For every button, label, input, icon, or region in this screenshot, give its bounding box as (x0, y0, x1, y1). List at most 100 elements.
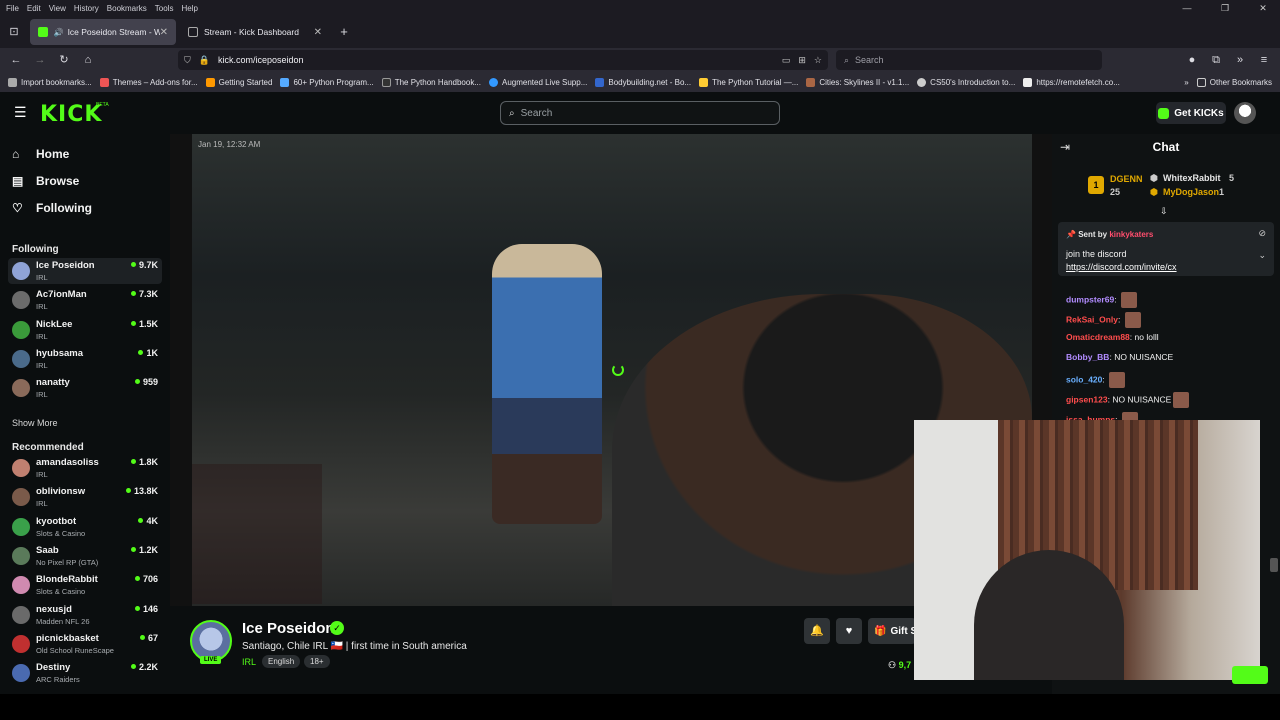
sidebar-channel-nexusjd[interactable]: nexusjd Madden NFL 26 146 (8, 602, 162, 628)
chat-scrollbar[interactable] (1270, 558, 1278, 572)
menu-history[interactable]: History (74, 4, 99, 13)
chevron-down-icon[interactable]: ⌄ (1258, 250, 1266, 261)
site-search-input[interactable]: ⌕ Search (500, 101, 780, 125)
pinned-header: 📌 Sent by kinkykaters (1066, 230, 1153, 239)
browser-search[interactable]: ⌕ Search (836, 50, 1102, 70)
scroll-down-icon[interactable]: ⇩ (1160, 206, 1168, 217)
bookmark-item[interactable]: Getting Started (205, 77, 272, 87)
channel-avatar (12, 517, 30, 536)
chat-send-button[interactable] (1232, 666, 1268, 684)
close-window-icon[interactable]: ✕ (1248, 0, 1278, 16)
sidebar-channel-amandasoliss[interactable]: amandasoliss IRL 1.8K (8, 455, 162, 481)
speaker-icon[interactable]: 🔊 (54, 28, 64, 37)
bookmark-item[interactable]: Cities: Skylines II - v1.1... (806, 77, 909, 87)
get-kicks-button[interactable]: Get KICKs (1156, 102, 1226, 124)
overflow-icon[interactable]: » (1232, 52, 1248, 68)
new-tab-icon[interactable]: + (336, 24, 352, 40)
hamburger-menu-icon[interactable]: ☰ (14, 104, 27, 121)
bookmark-item[interactable]: Themes – Add-ons for... (99, 77, 198, 87)
pinned-user[interactable]: kinkykaters (1109, 230, 1153, 239)
reader-icon[interactable]: ▭ (782, 55, 791, 66)
channel-category: IRL (36, 273, 48, 282)
menu-bookmarks[interactable]: Bookmarks (107, 4, 147, 13)
nav-following[interactable]: ♡ Following (12, 198, 92, 218)
overflow-chevron-icon[interactable]: » (1184, 78, 1188, 87)
chat-username[interactable]: Omaticdream88 (1066, 332, 1130, 342)
gift-subs-button[interactable]: 🎁 Gift S (868, 618, 916, 644)
gifter-name[interactable]: WhitexRabbit (1163, 173, 1221, 183)
bookmark-item[interactable]: CS50's Introduction to... (917, 77, 1015, 87)
sidebar-channel-saab[interactable]: Saab No Pixel RP (GTA) 1.2K (8, 543, 162, 569)
chat-username[interactable]: dumpster69 (1066, 294, 1114, 304)
sidebar-channel-kyootbot[interactable]: kyootbot Slots & Casino 4K (8, 514, 162, 540)
close-tab-icon[interactable]: ✕ (314, 27, 322, 38)
bookmark-item[interactable]: Augmented Live Supp... (488, 77, 587, 87)
menu-help[interactable]: Help (181, 4, 197, 13)
sidebar-channel-oblivionsw[interactable]: oblivionsw IRL 13.8K (8, 484, 162, 510)
forward-icon[interactable]: → (32, 52, 48, 68)
streamer-name[interactable]: Ice Poseidon (242, 620, 335, 637)
menu-edit[interactable]: Edit (27, 4, 41, 13)
bookmark-star-icon[interactable]: ☆ (814, 55, 822, 66)
show-more-link[interactable]: Show More (12, 418, 58, 428)
chat-username[interactable]: Bobby_BB (1066, 352, 1109, 362)
sidebar-channel-blonderabbit[interactable]: BlondeRabbit Slots & Casino 706 (8, 572, 162, 598)
follow-heart-icon[interactable]: ♥ (836, 618, 862, 644)
sidebar-channel-destiny[interactable]: Destiny ARC Raiders 2.2K (8, 660, 162, 686)
stream-category[interactable]: IRL (242, 657, 256, 667)
back-icon[interactable]: ← (8, 52, 24, 68)
bookmark-item[interactable]: https://remotefetch.co... (1023, 77, 1120, 87)
chat-message: Bobby_BB: NO NUISANCE (1066, 352, 1174, 362)
channel-category: Madden NFL 26 (36, 616, 90, 626)
nav-browse[interactable]: ▤ Browse (12, 171, 79, 191)
menu-file[interactable]: File (6, 4, 19, 13)
pip-icon[interactable]: ⊞ (798, 55, 806, 66)
bookmark-item[interactable]: Import bookmarks... (8, 77, 92, 87)
url-bar[interactable]: ⛉ 🔒 kick.com/iceposeidon ▭ ⊞ ☆ (178, 50, 828, 70)
video-player[interactable]: Jan 19, 12:32 AM (192, 134, 1032, 606)
chat-username[interactable]: RekSai_Only (1066, 314, 1118, 324)
bookmark-item[interactable]: The Python Handbook... (381, 77, 481, 87)
other-bookmarks[interactable]: » Other Bookmarks (1184, 77, 1272, 87)
notification-bell-icon[interactable]: 🔔 (804, 618, 830, 644)
minimize-icon[interactable]: — (1172, 0, 1202, 16)
menu-view[interactable]: View (49, 4, 66, 13)
browser-tabbar: ⊡ 🔊 Ice Poseidon Stream - Watc ✕ Stream … (0, 16, 1280, 48)
channel-viewers: 959 (134, 377, 158, 387)
sidebar-channel-nanatty[interactable]: nanatty IRL 959 (8, 375, 162, 401)
tab-kick-dashboard[interactable]: Stream - Kick Dashboard ✕ (180, 19, 330, 45)
home-browser-icon[interactable]: ⌂ (80, 52, 96, 68)
tab-list-icon[interactable]: ⊡ (6, 24, 22, 40)
tag-language[interactable]: English (262, 655, 301, 668)
chat-username[interactable]: gipsen123 (1066, 394, 1108, 404)
gifter-name[interactable]: DGENN (1110, 174, 1143, 184)
nav-home[interactable]: ⌂ Home (12, 144, 69, 164)
kick-logo[interactable]: KICK (40, 102, 102, 127)
restore-icon[interactable]: ❐ (1210, 0, 1240, 16)
close-tab-icon[interactable]: ✕ (160, 27, 168, 38)
unpin-icon[interactable]: ⊘ (1258, 228, 1266, 239)
channel-viewers: 13.8K (125, 486, 158, 496)
sidebar-channel-ac7ionman[interactable]: Ac7ionMan IRL 7.3K (8, 287, 162, 313)
account-icon[interactable]: ● (1184, 52, 1200, 68)
menu-tools[interactable]: Tools (155, 4, 174, 13)
top-gifters: 1 DGENN 25 ⬢ WhitexRabbit 5 ⬢ MyDogJason… (1052, 168, 1280, 204)
app-menu-icon[interactable]: ≡ (1256, 52, 1272, 68)
extensions-icon[interactable]: ⧉ (1208, 52, 1224, 68)
tab-ice-poseidon[interactable]: 🔊 Ice Poseidon Stream - Watc ✕ (30, 19, 176, 45)
bookmark-item[interactable]: 60+ Python Program... (280, 77, 374, 87)
sidebar-channel-nicklee[interactable]: NickLee IRL 1.5K (8, 317, 162, 343)
tag-mature[interactable]: 18+ (304, 655, 330, 668)
user-avatar[interactable] (1234, 102, 1256, 124)
sidebar-channel-ice-poseidon[interactable]: Ice Poseidon IRL 9.7K (8, 258, 162, 284)
sidebar-channel-picnickbasket[interactable]: picnickbasket Old School RuneScape 67 (8, 631, 162, 657)
gifter-name[interactable]: MyDogJason (1163, 187, 1219, 197)
chat-username[interactable]: solo_420 (1066, 374, 1102, 384)
lock-icon[interactable]: 🔒 (199, 55, 210, 66)
shield-icon[interactable]: ⛉ (184, 55, 191, 66)
sidebar-channel-hyubsama[interactable]: hyubsama IRL 1K (8, 346, 162, 372)
bookmark-item[interactable]: Bodybuilding.net - Bo... (595, 77, 691, 87)
reload-icon[interactable]: ↻ (56, 52, 72, 68)
bookmark-item[interactable]: The Python Tutorial —... (699, 77, 798, 87)
pinned-link[interactable]: https://discord.com/invite/cx (1066, 262, 1177, 272)
